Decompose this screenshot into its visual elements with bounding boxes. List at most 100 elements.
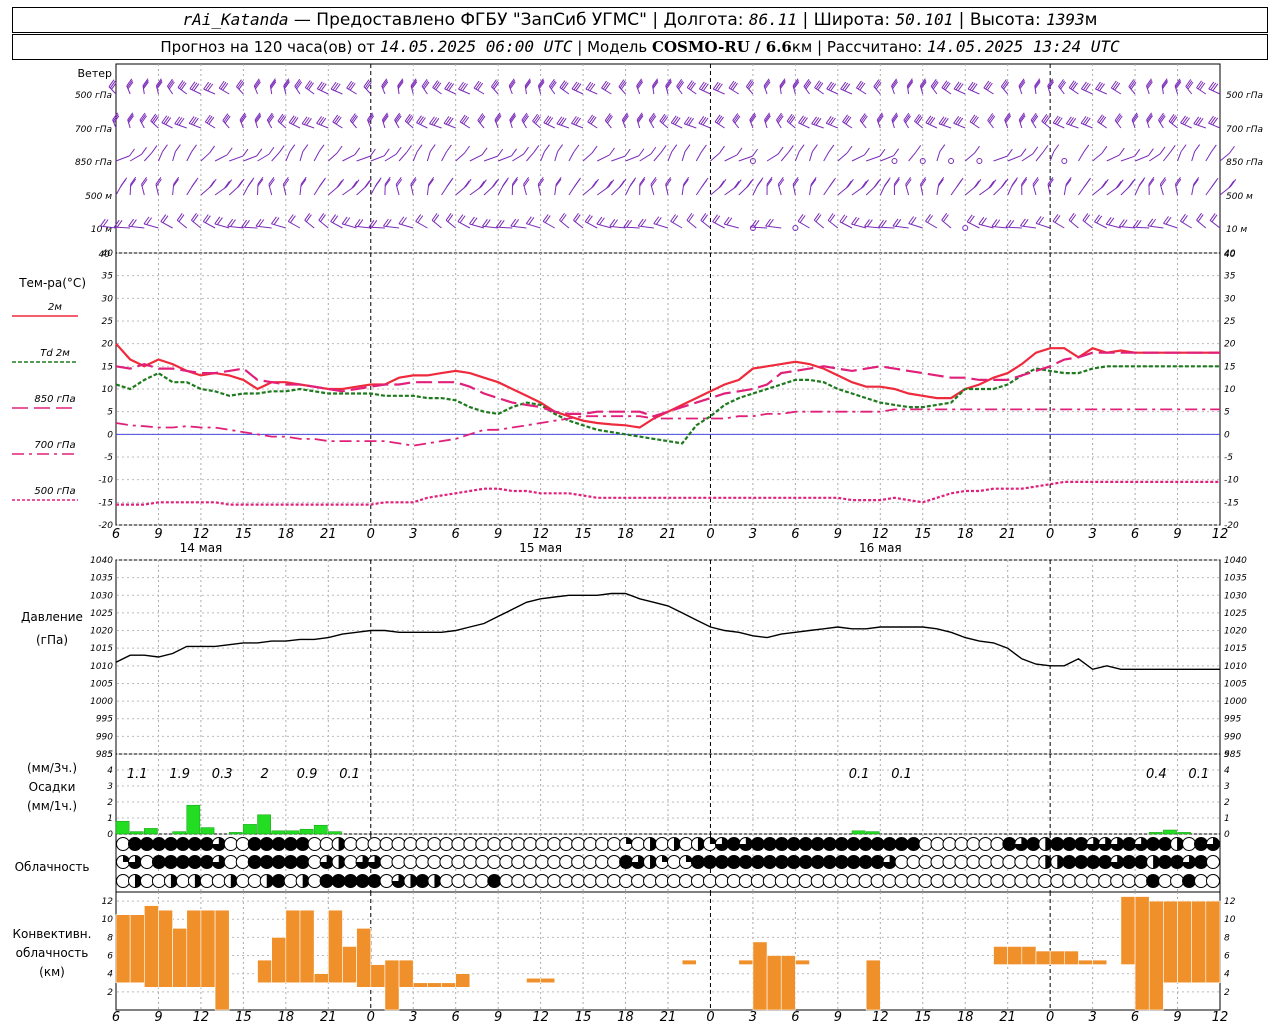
wind-barb-feather: [176, 212, 183, 221]
wind-barb-feather: [974, 145, 980, 154]
wind-barb-feather: [685, 117, 692, 125]
wind-barb-feather: [191, 179, 198, 187]
cloud-fill-full: [332, 874, 346, 888]
wind-barb-feather: [560, 117, 567, 126]
wind-barb-feather: [573, 179, 580, 188]
wind-barb-feather: [305, 214, 312, 222]
wind-barb: [925, 122, 938, 129]
cloud-fill-full: [188, 837, 202, 851]
wind-barb-feather: [800, 116, 806, 125]
wind-barb-feather: [873, 180, 880, 188]
precip-bar: [865, 831, 880, 835]
wind-barb: [203, 221, 216, 229]
wind-barb: [1106, 154, 1120, 162]
wind-barb-feather: [191, 212, 197, 221]
cloud-fill-full: [415, 874, 429, 888]
wind-barb-feather: [192, 214, 199, 222]
wind-barb-feather: [318, 179, 325, 188]
wind-barb-feather: [1068, 212, 1075, 221]
wind-barb: [214, 154, 228, 162]
wind-barb-feather: [938, 116, 945, 125]
y-tick-right-pressure: 1025: [1224, 609, 1247, 619]
cloud-circle: [1086, 874, 1101, 888]
wind-barb-feather: [1112, 81, 1119, 90]
wind-barb: [780, 152, 789, 162]
wind-barb-feather: [559, 212, 565, 221]
alt-unit: м: [1084, 10, 1098, 30]
cloud-fill-full: [320, 874, 334, 888]
conv-x-tick-label: 21: [999, 1010, 1016, 1024]
conv-x-tick-label: 9: [834, 1010, 842, 1024]
wind-barb-feather: [830, 83, 837, 92]
wind-barb: [967, 88, 980, 95]
wind-barb-feather: [464, 145, 470, 154]
cloud-circle: [439, 855, 454, 869]
wind-barb: [953, 88, 966, 95]
wind-barb-feather: [1180, 115, 1186, 124]
conv-bar: [1007, 946, 1023, 965]
wind-barb-feather: [955, 116, 962, 125]
cloud-circle: [463, 874, 478, 888]
wind-barb-feather: [1070, 81, 1077, 90]
cloud-circle: [511, 837, 526, 851]
wind-barb: [1177, 151, 1182, 162]
wind-barb: [684, 123, 697, 129]
precip-unit-1h: (мм/1ч.): [27, 799, 77, 813]
temp-x-tick-label: 9: [154, 527, 162, 542]
wind-barb-feather: [1169, 145, 1176, 153]
wind-barb-feather: [1114, 82, 1121, 91]
wind-barb-feather: [207, 83, 214, 92]
wind-barb: [174, 123, 187, 129]
temp-title: Тем-ра(°С): [18, 276, 86, 290]
conv-bar: [115, 914, 131, 984]
conv-bar: [356, 928, 372, 988]
wind-barb: [416, 122, 428, 129]
conv-bar: [342, 946, 357, 984]
cloud-circle: [822, 874, 837, 888]
wind-barb: [115, 155, 130, 162]
y-tick-right-pressure: 1000: [1224, 697, 1247, 707]
wind-barb-feather: [736, 147, 743, 156]
precip-label: 0.1: [339, 767, 360, 782]
cloud-fill-full: [260, 837, 274, 851]
wind-barb-feather: [351, 180, 358, 189]
wind-barb: [568, 151, 575, 162]
cloud-circle: [1062, 874, 1077, 888]
wind-barb: [698, 122, 711, 129]
y-tick-left-precip: 1: [107, 814, 113, 824]
cloud-circle: [774, 874, 789, 888]
wind-barb-feather: [1228, 180, 1235, 189]
cloud-circle: [1110, 874, 1125, 888]
cloud-circle: [475, 855, 490, 869]
cloud-circle: [906, 855, 921, 869]
cloud-fill-full: [164, 855, 178, 869]
wind-barb-feather: [1102, 179, 1109, 187]
lon-label: Долгота:: [663, 10, 744, 30]
y-tick-left-temp: -10: [98, 476, 113, 486]
wind-barb-feather: [288, 115, 295, 123]
wind-barb: [327, 152, 338, 162]
wind-barb-feather: [1084, 214, 1091, 223]
wind-barb-feather: [1210, 82, 1217, 91]
y-tick-left-pressure: 1040: [90, 556, 113, 566]
y-tick-left-pressure: 1020: [90, 627, 113, 637]
wind-barb: [699, 88, 711, 95]
cloud-circle: [523, 837, 538, 851]
wind-barb: [526, 223, 541, 229]
conv-bar: [172, 928, 188, 988]
cloud-circle: [631, 874, 646, 888]
cloud-fill-full: [1026, 837, 1040, 851]
wind-barb-feather: [777, 146, 784, 155]
cloud-circle: [906, 874, 921, 888]
cloud-fill-full: [787, 837, 801, 851]
temp-x-tick-label: 9: [1173, 527, 1181, 542]
wind-barb-feather: [815, 81, 822, 90]
cloud-circle: [1206, 855, 1220, 869]
wind-barb: [1205, 151, 1212, 162]
y-tick-right-temp: 25: [1224, 317, 1236, 327]
wind-barb: [540, 151, 545, 162]
wind-barb-feather: [334, 115, 340, 124]
y-tick-left-temp: 35: [102, 272, 114, 282]
wind-level-right: 500 м: [1226, 192, 1253, 202]
wind-barb-feather: [701, 179, 708, 188]
